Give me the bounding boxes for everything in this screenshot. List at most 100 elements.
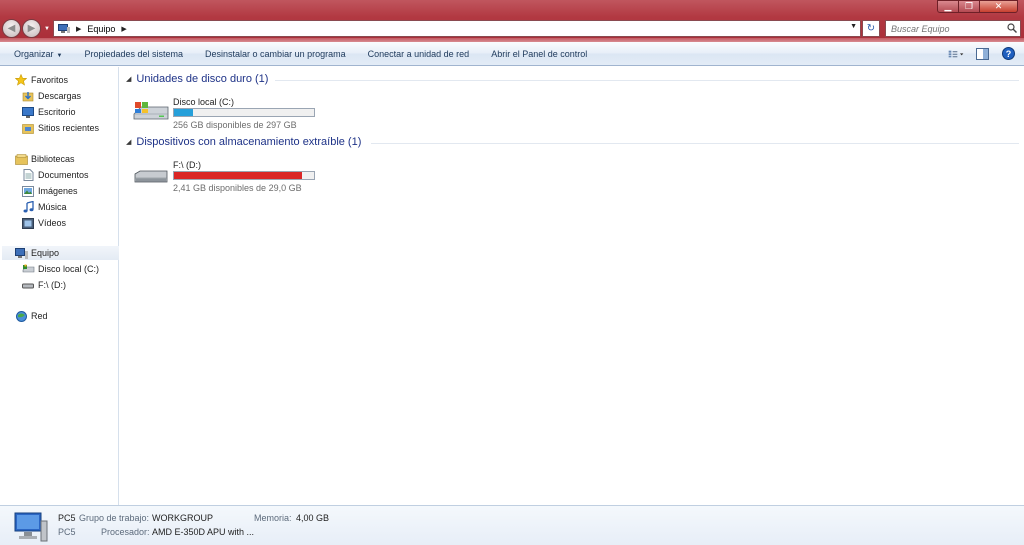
workgroup-value: WORKGROUP [152, 513, 214, 523]
sidebar-item-images[interactable]: Imágenes [21, 184, 78, 198]
preview-pane-button[interactable] [974, 46, 990, 61]
view-options-icon [948, 50, 964, 57]
video-icon [21, 217, 35, 229]
sidebar-item-label: Red [31, 311, 48, 321]
change-view-button[interactable] [948, 46, 964, 61]
sidebar-item-label: Descargas [38, 91, 82, 101]
drive-removable[interactable]: F:\ (D:) 2,41 GB disponibles de 29,0 GB [133, 160, 333, 193]
group-title: Dispositivos con almacenamiento extraíbl… [136, 136, 362, 148]
drive-usage-fill [174, 172, 303, 179]
sidebar-item-music[interactable]: Música [21, 200, 67, 214]
uninstall-program-button[interactable]: Desinstalar o cambiar un programa [194, 49, 357, 59]
preview-pane-icon [975, 47, 989, 60]
downloads-folder-icon [21, 90, 35, 102]
memory-label: Memoria: [254, 513, 292, 523]
drive-usage-bar [173, 171, 315, 180]
organize-button[interactable]: Organizar ▼ [0, 49, 73, 59]
open-control-panel-button[interactable]: Abrir el Panel de control [480, 49, 598, 59]
drive-usage-fill [174, 109, 194, 116]
sidebar-item-label: Equipo [31, 248, 60, 258]
drive-usage-bar [173, 108, 315, 117]
help-button[interactable]: ? [1000, 46, 1016, 61]
sidebar-item-label: Sitios recientes [38, 123, 100, 133]
group-divider [275, 80, 1019, 81]
breadcrumb-separator[interactable]: ▶ [76, 25, 81, 33]
sidebar-item-label: Música [38, 202, 67, 212]
sidebar-item-label: Bibliotecas [31, 154, 75, 164]
sidebar-item-label: Escritorio [38, 107, 76, 117]
recent-pages-dropdown[interactable]: ▼ [44, 26, 50, 32]
drive-free-space: 256 GB disponibles de 297 GB [173, 120, 297, 130]
sidebar-item-label: F:\ (D:) [38, 280, 66, 290]
sidebar-item-label: Disco local (C:) [38, 264, 100, 274]
window-controls: ▁ ❐ ✕ [937, 0, 1018, 13]
star-icon [14, 74, 28, 86]
collapse-triangle-icon: ◢ [126, 139, 132, 146]
sidebar-item-computer[interactable]: Equipo [2, 246, 119, 260]
navigation-pane: Favoritos Descargas Escritorio Sitios re… [0, 67, 119, 505]
sidebar-item-favorites[interactable]: Favoritos [14, 73, 68, 87]
computer-icon [14, 247, 28, 259]
removable-drive-icon [21, 279, 35, 291]
group-divider [371, 143, 1019, 144]
svg-text:?: ? [1005, 49, 1011, 59]
network-icon [14, 310, 28, 322]
workgroup-label: Grupo de trabajo: [79, 513, 150, 523]
images-icon [21, 185, 35, 197]
local-disk-icon [21, 263, 35, 275]
content-area: ◢ Unidades de disco duro (1) Disco local… [120, 67, 1024, 505]
address-dropdown-icon[interactable]: ▼ [850, 23, 857, 30]
chevron-down-icon: ▼ [56, 52, 63, 59]
libraries-icon [14, 153, 28, 165]
computer-icon [58, 23, 70, 33]
sidebar-item-label: Vídeos [38, 218, 67, 228]
map-network-drive-button[interactable]: Conectar a unidad de red [357, 49, 481, 59]
sidebar-item-label: Favoritos [31, 75, 69, 85]
sidebar-item-network[interactable]: Red [14, 309, 48, 323]
title-bar: ▁ ❐ ✕ ◀ ▶ ▼ ▶ Equipo ▶ ▼ ↻ [0, 0, 1024, 42]
drive-local-disk[interactable]: Disco local (C:) 256 GB disponibles de 2… [133, 97, 333, 130]
group-title: Unidades de disco duro (1) [136, 73, 269, 85]
sidebar-item-label: Imágenes [38, 186, 78, 196]
hard-drive-icon [133, 102, 169, 120]
computer-name-secondary: PC5 [58, 527, 76, 537]
sidebar-item-recent[interactable]: Sitios recientes [21, 121, 99, 135]
breadcrumb-equipo[interactable]: Equipo [87, 24, 115, 34]
maximize-button[interactable]: ❐ [959, 0, 980, 13]
sidebar-item-videos[interactable]: Vídeos [21, 216, 66, 230]
forward-button[interactable]: ▶ [22, 19, 41, 38]
group-header-hard-drives[interactable]: ◢ Unidades de disco duro (1) [126, 71, 268, 87]
search-box[interactable] [885, 20, 1021, 37]
computer-icon [14, 512, 48, 542]
documents-icon [21, 169, 35, 181]
drive-name: F:\ (D:) [173, 160, 201, 170]
close-button[interactable]: ✕ [980, 0, 1018, 13]
sidebar-item-downloads[interactable]: Descargas [21, 89, 81, 103]
processor-value: AMD E-350D APU with ... [152, 527, 255, 537]
processor-label: Procesador: [101, 527, 150, 537]
refresh-button[interactable]: ↻ [862, 20, 880, 37]
drive-free-space: 2,41 GB disponibles de 29,0 GB [173, 183, 302, 193]
desktop-icon [21, 106, 35, 118]
sidebar-item-documents[interactable]: Documentos [21, 168, 89, 182]
computer-name: PC5 [58, 513, 76, 523]
sidebar-item-label: Documentos [38, 170, 89, 180]
removable-drive-icon [134, 170, 168, 183]
breadcrumb-separator-2[interactable]: ▶ [121, 25, 126, 33]
sidebar-item-desktop[interactable]: Escritorio [21, 105, 76, 119]
minimize-button[interactable]: ▁ [937, 0, 959, 13]
group-header-removable[interactable]: ◢ Dispositivos con almacenamiento extraí… [126, 134, 361, 150]
system-properties-button[interactable]: Propiedades del sistema [73, 49, 194, 59]
organize-label: Organizar [14, 48, 54, 59]
help-icon: ? [1001, 47, 1015, 60]
collapse-triangle-icon: ◢ [126, 76, 132, 83]
memory-value: 4,00 GB [296, 513, 330, 523]
sidebar-item-libraries[interactable]: Bibliotecas [14, 152, 75, 166]
address-bar[interactable]: ▶ Equipo ▶ ▼ [53, 20, 861, 37]
sidebar-item-removable-drive[interactable]: F:\ (D:) [21, 278, 66, 292]
search-input[interactable] [886, 21, 1004, 36]
back-button[interactable]: ◀ [2, 19, 21, 38]
drive-name: Disco local (C:) [173, 97, 235, 107]
sidebar-item-local-disk[interactable]: Disco local (C:) [21, 262, 99, 276]
search-icon [1007, 23, 1017, 33]
